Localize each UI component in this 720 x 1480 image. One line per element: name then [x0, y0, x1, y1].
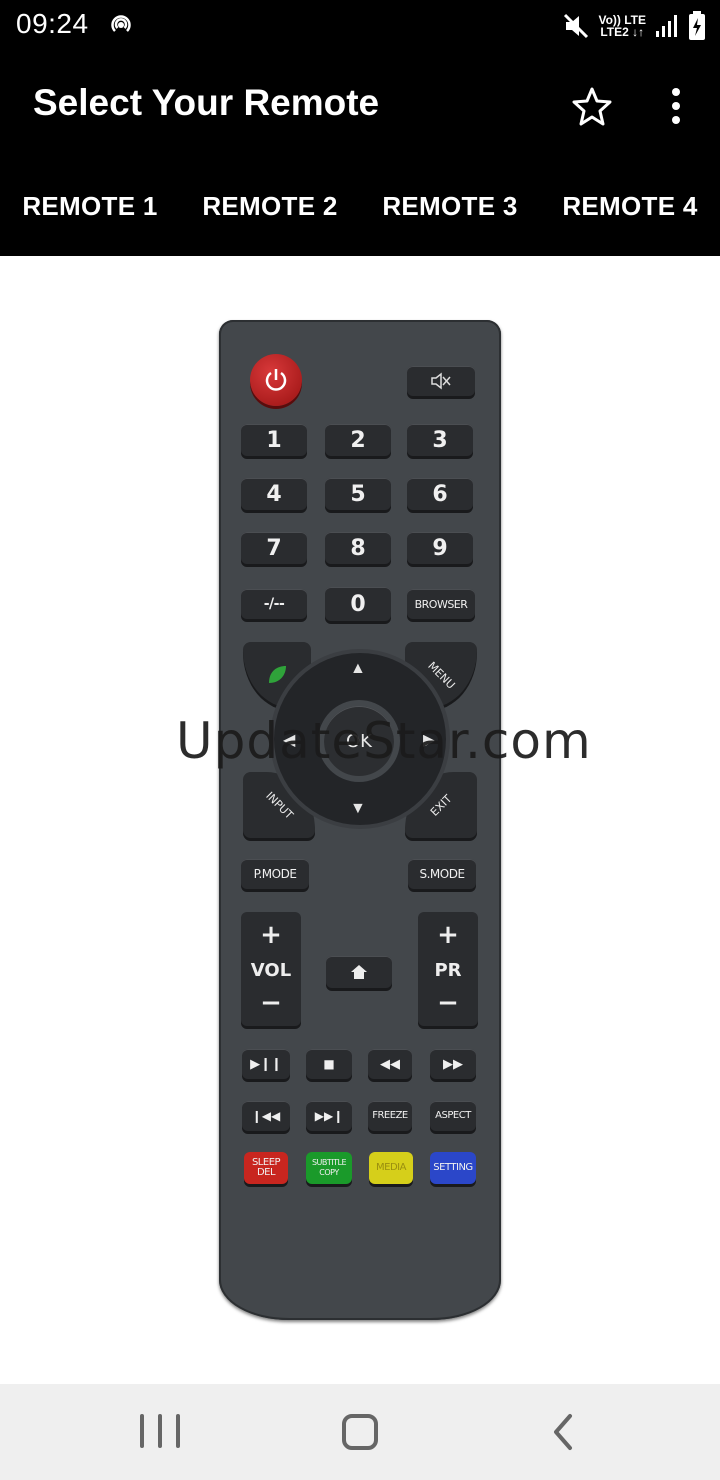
- app-bar: Select Your Remote: [0, 52, 720, 156]
- input-label: INPUT: [262, 788, 296, 822]
- volume-rocker[interactable]: + VOL −: [241, 912, 301, 1026]
- network-label: Vo)) LTE LTE2 ↓↑: [598, 14, 646, 38]
- volume-down-icon[interactable]: −: [241, 988, 301, 1018]
- menu-label: MENU: [424, 658, 458, 692]
- hotspot-icon: [111, 15, 131, 32]
- power-icon: [265, 369, 287, 391]
- leaf-icon: [269, 666, 286, 683]
- num-4-button[interactable]: 4: [241, 478, 307, 510]
- recent-apps-icon-bar: [176, 1414, 180, 1448]
- vol-label: VOL: [250, 960, 292, 981]
- up-arrow-icon[interactable]: ▲: [350, 660, 366, 678]
- network-bottom: LTE2 ↓↑: [600, 25, 645, 39]
- num-9-button[interactable]: 9: [407, 532, 473, 564]
- num-2-button[interactable]: 2: [325, 424, 391, 456]
- aspect-button[interactable]: ASPECT: [430, 1101, 476, 1131]
- home-icon: [351, 965, 367, 979]
- skip-next-icon: ▶▶❙: [314, 1109, 344, 1123]
- power-button[interactable]: [250, 354, 302, 406]
- mute-icon: [564, 13, 589, 39]
- dash-button[interactable]: -/--: [241, 589, 307, 619]
- browser-button[interactable]: BROWSER: [407, 589, 475, 619]
- rewind-button[interactable]: ◀◀: [368, 1049, 412, 1079]
- recent-apps-icon-bar: [158, 1414, 162, 1448]
- num-6-button[interactable]: 6: [407, 478, 473, 510]
- tab-remote-1[interactable]: REMOTE 1: [0, 156, 180, 256]
- channel-up-icon[interactable]: +: [418, 920, 478, 950]
- status-bar: 09:24 Vo)) LTE LTE2 ↓↑: [0, 0, 720, 52]
- yellow-media-button[interactable]: MEDIA: [369, 1152, 413, 1184]
- tab-remote-3[interactable]: REMOTE 3: [360, 156, 540, 256]
- back-icon[interactable]: [548, 1412, 578, 1452]
- page-title: Select Your Remote: [33, 82, 380, 123]
- rewind-icon: ◀◀: [380, 1056, 400, 1072]
- tab-remote-2[interactable]: REMOTE 2: [180, 156, 360, 256]
- num-7-button[interactable]: 7: [241, 532, 307, 564]
- stop-icon: ■: [323, 1057, 335, 1071]
- remote-tabs: REMOTE 1 REMOTE 2 REMOTE 3 REMOTE 4: [0, 156, 720, 256]
- num-8-button[interactable]: 8: [325, 532, 391, 564]
- blue-setting-button[interactable]: SETTING: [430, 1152, 476, 1184]
- pr-label: PR: [434, 960, 462, 981]
- next-button[interactable]: ▶▶❙: [306, 1101, 352, 1131]
- system-nav-bar: [0, 1384, 720, 1480]
- freeze-button[interactable]: FREEZE: [368, 1101, 412, 1131]
- speaker-mute-icon: [431, 372, 451, 390]
- recent-apps-icon: [140, 1414, 144, 1448]
- more-vert-icon: [672, 88, 680, 124]
- channel-rocker[interactable]: + PR −: [418, 912, 478, 1026]
- num-3-button[interactable]: 3: [407, 424, 473, 456]
- p-mode-button[interactable]: P.MODE: [241, 859, 309, 889]
- red-sleep-button[interactable]: SLEEP DEL: [244, 1152, 288, 1184]
- home-button[interactable]: [326, 956, 392, 988]
- down-arrow-icon[interactable]: ▼: [350, 800, 366, 818]
- tab-remote-4[interactable]: REMOTE 4: [540, 156, 720, 256]
- green-subtitle-button[interactable]: SUBTITLE COPY: [306, 1152, 352, 1184]
- fast-forward-icon: ▶▶: [443, 1056, 463, 1072]
- play-pause-icon: ▶❙❙: [250, 1056, 282, 1072]
- num-5-button[interactable]: 5: [325, 478, 391, 510]
- volume-up-icon[interactable]: +: [241, 920, 301, 950]
- skip-previous-icon: ❙◀◀: [251, 1109, 281, 1123]
- channel-down-icon[interactable]: −: [418, 988, 478, 1018]
- num-1-button[interactable]: 1: [241, 424, 307, 456]
- play-pause-button[interactable]: ▶❙❙: [242, 1049, 290, 1079]
- s-mode-button[interactable]: S.MODE: [408, 859, 476, 889]
- mute-button[interactable]: [407, 366, 475, 396]
- overflow-menu-button[interactable]: [656, 80, 696, 132]
- home-nav-button[interactable]: [342, 1414, 378, 1450]
- exit-label: EXIT: [427, 791, 455, 819]
- stop-button[interactable]: ■: [306, 1049, 352, 1079]
- previous-button[interactable]: ❙◀◀: [242, 1101, 290, 1131]
- status-time: 09:24: [16, 8, 89, 39]
- signal-icon: [656, 15, 677, 37]
- battery-icon: [689, 11, 705, 40]
- star-icon: [572, 87, 612, 126]
- favorite-button[interactable]: [566, 80, 618, 132]
- watermark-text: UpdateStar.com: [176, 712, 592, 770]
- num-0-button[interactable]: 0: [325, 587, 391, 621]
- recent-apps-button[interactable]: [140, 1414, 180, 1450]
- fast-forward-button[interactable]: ▶▶: [430, 1049, 476, 1079]
